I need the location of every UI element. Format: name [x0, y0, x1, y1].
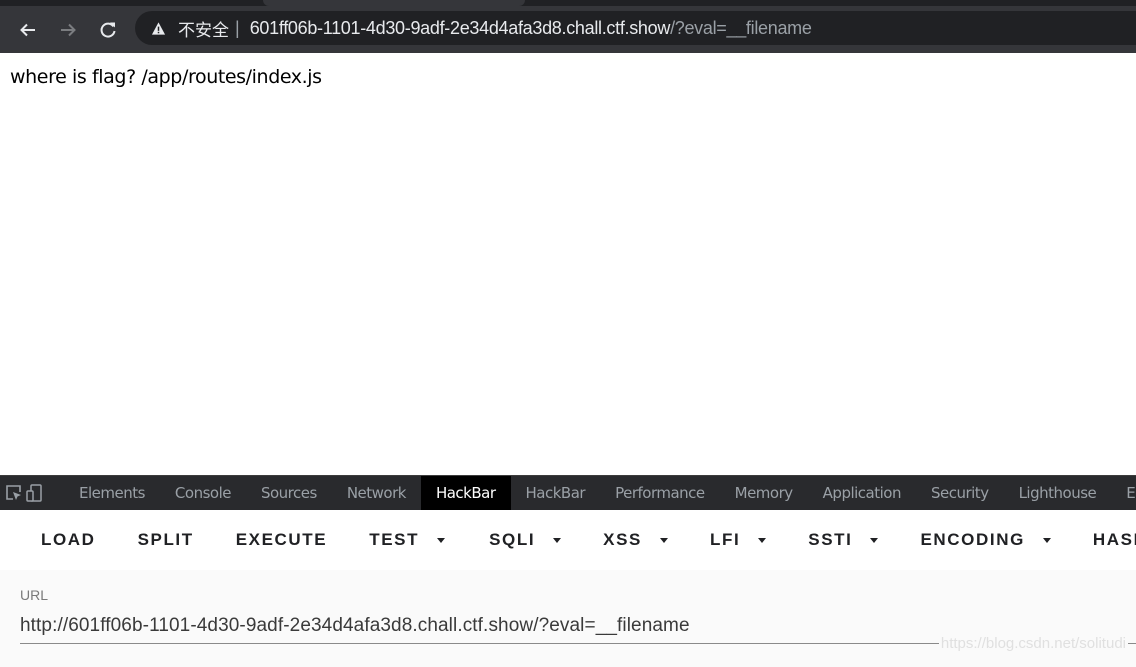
caret-down-icon	[437, 537, 446, 543]
lfi-menu-button[interactable]: LFI	[689, 522, 787, 558]
tab-sources[interactable]: Sources	[246, 476, 332, 510]
inspect-element-button[interactable]	[4, 476, 24, 510]
tab-network[interactable]: Network	[332, 476, 421, 510]
hashing-menu-button[interactable]: HASHING	[1072, 522, 1136, 558]
hackbar-toolbar: LOAD SPLIT EXECUTE TEST SQLI XSS LFI SST…	[0, 510, 1136, 570]
tab-application[interactable]: Application	[808, 476, 916, 510]
split-label: SPLIT	[137, 530, 194, 549]
page-content: where is flag? /app/routes/index.js	[0, 53, 1136, 475]
encoding-menu-button[interactable]: ENCODING	[899, 522, 1071, 558]
tab-lighthouse[interactable]: Lighthouse	[1004, 476, 1112, 510]
url-path-query: /?eval=__filename	[670, 17, 812, 38]
hashing-label: HASHING	[1092, 530, 1136, 549]
device-mode-icon	[26, 484, 42, 502]
hackbar-url-panel: URL https://blog.csdn.net/solitudi	[0, 570, 1136, 667]
reload-icon	[100, 22, 116, 38]
ssti-menu-button[interactable]: SSTI	[787, 522, 899, 558]
sqli-label: SQLI	[489, 530, 536, 549]
xss-label: XSS	[603, 530, 642, 549]
device-toolbar-button[interactable]	[24, 476, 44, 510]
tab-elements[interactable]: Elements	[64, 476, 160, 510]
execute-button[interactable]: EXECUTE	[215, 522, 349, 558]
load-label: LOAD	[41, 530, 96, 549]
caret-down-icon	[553, 537, 562, 543]
forward-button[interactable]	[48, 10, 88, 50]
tab-hackbar-active[interactable]: HackBar	[420, 476, 511, 510]
xss-menu-button[interactable]: XSS	[582, 522, 689, 558]
ssti-label: SSTI	[808, 530, 853, 549]
encoding-label: ENCODING	[920, 530, 1025, 549]
inspect-cursor-icon	[6, 485, 21, 500]
tab-console[interactable]: Console	[160, 476, 246, 510]
security-label[interactable]: 不安全	[178, 16, 229, 41]
caret-down-icon	[870, 537, 879, 543]
devtools-panel: Elements Console Sources Network HackBar…	[0, 475, 1136, 667]
address-bar[interactable]: 不安全 | 601ff06b-1101-4d30-9adf-2e34d4afa3…	[135, 11, 1136, 45]
split-button[interactable]: SPLIT	[117, 522, 215, 558]
url-field-label: URL	[20, 587, 49, 603]
watermark: https://blog.csdn.net/solitudi	[938, 635, 1128, 652]
page-text: where is flag? /app/routes/index.js	[10, 66, 322, 88]
sqli-menu-button[interactable]: SQLI	[468, 522, 582, 558]
test-menu-button[interactable]: TEST	[348, 522, 466, 558]
warning-icon[interactable]	[150, 20, 166, 36]
arrow-left-icon	[20, 23, 35, 36]
browser-chrome: 不安全 | 601ff06b-1101-4d30-9adf-2e34d4afa3…	[0, 0, 1136, 53]
tab-security[interactable]: Security	[916, 476, 1004, 510]
load-button[interactable]: LOAD	[20, 522, 117, 558]
test-label: TEST	[369, 530, 420, 549]
execute-label: EXECUTE	[235, 530, 328, 549]
back-button[interactable]	[8, 10, 48, 50]
omnibox-separator: |	[235, 17, 240, 38]
tab-editthiscookie[interactable]: EditThisCookie	[1111, 476, 1136, 510]
url-host: 601ff06b-1101-4d30-9adf-2e34d4afa3d8.cha…	[249, 17, 671, 38]
tab-memory[interactable]: Memory	[720, 476, 808, 510]
browser-toolbar: 不安全 | 601ff06b-1101-4d30-9adf-2e34d4afa3…	[0, 6, 1136, 53]
arrow-right-icon	[61, 23, 76, 36]
caret-down-icon	[1042, 537, 1051, 543]
lfi-label: LFI	[710, 530, 741, 549]
caret-down-icon	[660, 537, 668, 543]
tab-hackbar[interactable]: HackBar	[511, 476, 601, 510]
caret-down-icon	[758, 537, 767, 543]
devtools-tab-bar: Elements Console Sources Network HackBar…	[0, 475, 1136, 510]
tab-performance[interactable]: Performance	[600, 476, 720, 510]
reload-button[interactable]	[88, 10, 128, 50]
